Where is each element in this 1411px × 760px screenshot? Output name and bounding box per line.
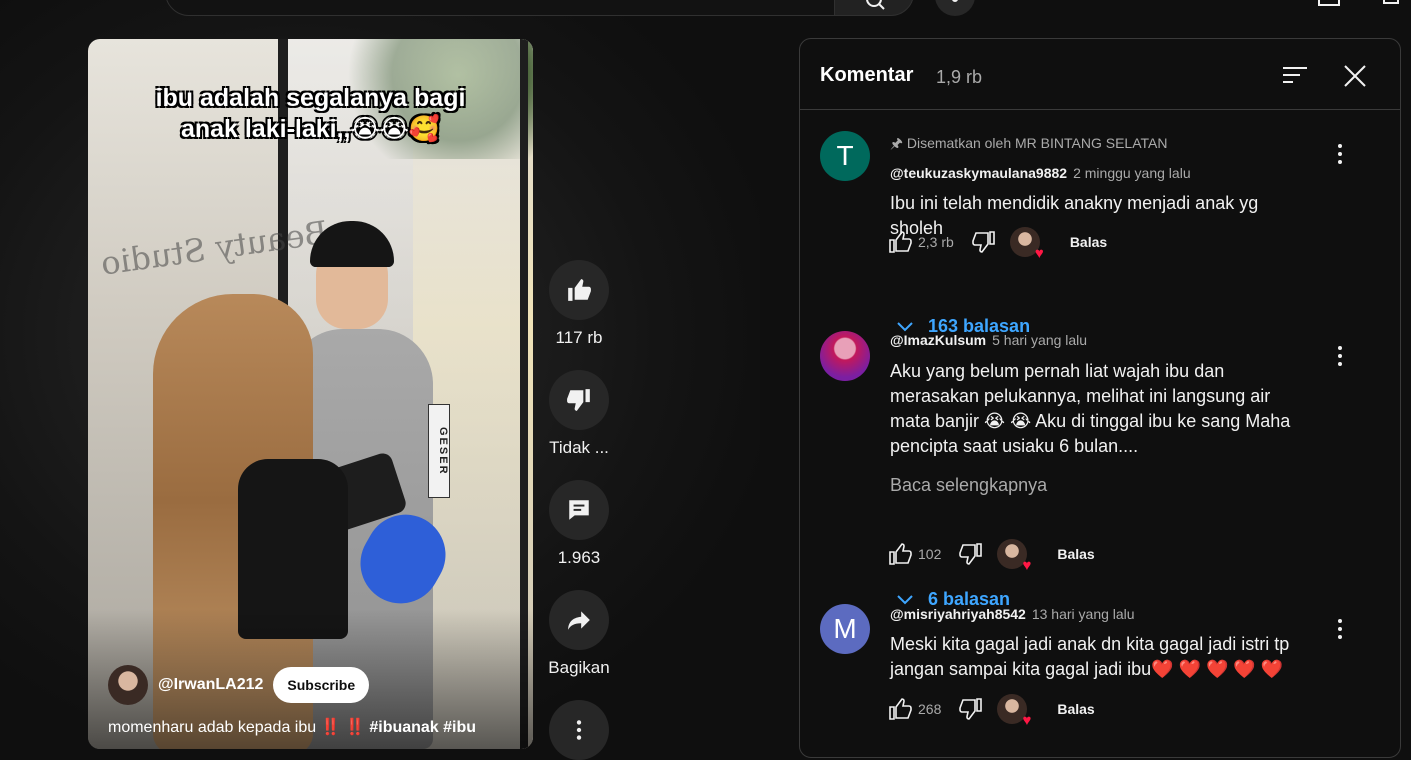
comment-like-count: 102 bbox=[918, 546, 942, 562]
share-label: Bagikan bbox=[548, 658, 610, 677]
comment-author: @teukuzaskymaulana9882 2 minggu yang lalu bbox=[890, 165, 1191, 181]
comment-avatar[interactable]: M bbox=[820, 604, 870, 654]
share-button[interactable] bbox=[549, 590, 609, 650]
search-icon bbox=[866, 0, 885, 10]
comment-avatar[interactable] bbox=[820, 331, 870, 381]
more-vert-icon bbox=[576, 720, 582, 740]
comment-menu-icon[interactable] bbox=[1334, 344, 1346, 368]
like-icon[interactable] bbox=[888, 697, 912, 721]
comment-menu-icon[interactable] bbox=[1334, 617, 1346, 641]
channel-row: @IrwanLA212 Subscribe bbox=[108, 664, 370, 706]
author-handle[interactable]: @ImazKulsum bbox=[890, 332, 986, 348]
read-more-link[interactable]: Baca selengkapnya bbox=[890, 475, 1047, 496]
dislike-action: Tidak ... bbox=[548, 370, 610, 458]
share-action: Bagikan bbox=[548, 590, 610, 678]
comment-actions: 2,3 rb ♥ Balas bbox=[888, 227, 1107, 261]
caption-line-2: anak laki-laki,,😭😭🥰 bbox=[180, 115, 441, 143]
description-text: momenharu adab kepada ibu ‼️ ‼️ bbox=[108, 719, 365, 736]
comment-time[interactable]: 13 hari yang lalu bbox=[1032, 606, 1135, 622]
door-label: GESER bbox=[428, 404, 450, 498]
thumbs-up-icon bbox=[568, 279, 591, 301]
heart-icon: ♥ bbox=[1034, 245, 1044, 262]
heart-icon: ♥ bbox=[1022, 712, 1032, 729]
comment-text: Aku yang belum pernah liat wajah ibu dan… bbox=[890, 361, 1291, 456]
dislike-label: Tidak ... bbox=[549, 438, 609, 457]
caption-line-1: ibu adalah segalanya bagi bbox=[155, 84, 466, 112]
pin-icon: 🖈 bbox=[890, 135, 903, 151]
chevron-down-icon bbox=[897, 594, 913, 604]
search-button[interactable] bbox=[834, 0, 914, 16]
mic-icon bbox=[952, 0, 958, 2]
channel-avatar[interactable] bbox=[108, 665, 148, 705]
comment-action: 1.963 bbox=[548, 480, 610, 568]
comment-actions: 268 ♥ Balas bbox=[888, 694, 1095, 728]
reply-button[interactable]: Balas bbox=[1057, 546, 1094, 562]
comment-button[interactable] bbox=[549, 480, 609, 540]
thumbs-down-icon bbox=[567, 389, 590, 411]
close-icon[interactable] bbox=[1342, 63, 1368, 89]
comment-author: @ImazKulsum 5 hari yang lalu bbox=[890, 332, 1087, 348]
comments-header: Komentar 1,9 rb bbox=[800, 39, 1400, 110]
comment-avatar[interactable]: T bbox=[820, 131, 870, 181]
dislike-icon[interactable] bbox=[972, 230, 996, 254]
heart-icon: ♥ bbox=[1022, 557, 1032, 574]
chevron-down-icon bbox=[897, 321, 913, 331]
video-caption: ibu adalah segalanya bagi anak laki-laki… bbox=[88, 83, 533, 145]
subscribe-button[interactable]: Subscribe bbox=[273, 667, 370, 703]
description-hashtags[interactable]: #ibuanak #ibu bbox=[369, 719, 476, 736]
pinned-text: Disematkan oleh MR BINTANG SELATAN bbox=[906, 135, 1168, 151]
dislike-icon[interactable] bbox=[959, 542, 983, 566]
more-button[interactable] bbox=[549, 700, 609, 760]
like-action: 117 rb bbox=[548, 260, 610, 348]
comment-menu-icon[interactable] bbox=[1334, 142, 1346, 166]
like-icon[interactable] bbox=[888, 542, 912, 566]
comment-text: Meski kita gagal jadi anak dn kita gagal… bbox=[890, 634, 1290, 679]
comment-time[interactable]: 2 minggu yang lalu bbox=[1073, 165, 1191, 181]
creator-heart-badge: ♥ bbox=[997, 539, 1031, 573]
comment-like-count: 2,3 rb bbox=[918, 234, 954, 250]
create-icon[interactable] bbox=[1318, 0, 1340, 6]
like-icon[interactable] bbox=[888, 230, 912, 254]
notifications-icon[interactable] bbox=[1380, 0, 1402, 4]
like-count: 117 rb bbox=[555, 328, 603, 347]
comments-count: 1,9 rb bbox=[936, 67, 983, 87]
pinned-label: 🖈 Disematkan oleh MR BINTANG SELATAN bbox=[890, 133, 1167, 157]
voice-search-button[interactable] bbox=[935, 0, 975, 16]
like-button[interactable] bbox=[549, 260, 609, 320]
channel-name[interactable]: @IrwanLA212 bbox=[158, 676, 263, 694]
creator-heart-badge: ♥ bbox=[997, 694, 1031, 728]
video-description[interactable]: momenharu adab kepada ibu ‼️ ‼️ #ibuanak… bbox=[108, 717, 476, 737]
comment-actions: 102 ♥ Balas bbox=[888, 539, 1095, 573]
author-handle[interactable]: @misriyahriyah8542 bbox=[890, 606, 1026, 622]
reply-button[interactable]: Balas bbox=[1057, 701, 1094, 717]
comment-like-count: 268 bbox=[918, 701, 942, 717]
share-icon bbox=[568, 611, 590, 630]
more-action bbox=[548, 700, 610, 760]
comment-author: @misriyahriyah8542 13 hari yang lalu bbox=[890, 606, 1135, 622]
short-video-player[interactable]: Beauty Studio GESER ibu adalah segalanya… bbox=[88, 39, 533, 749]
comment-count: 1.963 bbox=[557, 548, 601, 567]
comment-icon bbox=[569, 500, 589, 520]
search-input[interactable] bbox=[165, 0, 835, 16]
dislike-icon[interactable] bbox=[959, 697, 983, 721]
creator-heart-badge: ♥ bbox=[1009, 227, 1044, 261]
comments-title: Komentar bbox=[820, 64, 914, 86]
reply-button[interactable]: Balas bbox=[1070, 234, 1107, 250]
dislike-button[interactable] bbox=[549, 370, 609, 430]
author-handle[interactable]: @teukuzaskymaulana9882 bbox=[890, 165, 1067, 181]
comment-time[interactable]: 5 hari yang lalu bbox=[992, 332, 1087, 348]
sort-icon[interactable] bbox=[1282, 65, 1308, 85]
comments-panel: Komentar 1,9 rb T 🖈 Disematkan oleh MR B… bbox=[799, 38, 1401, 758]
